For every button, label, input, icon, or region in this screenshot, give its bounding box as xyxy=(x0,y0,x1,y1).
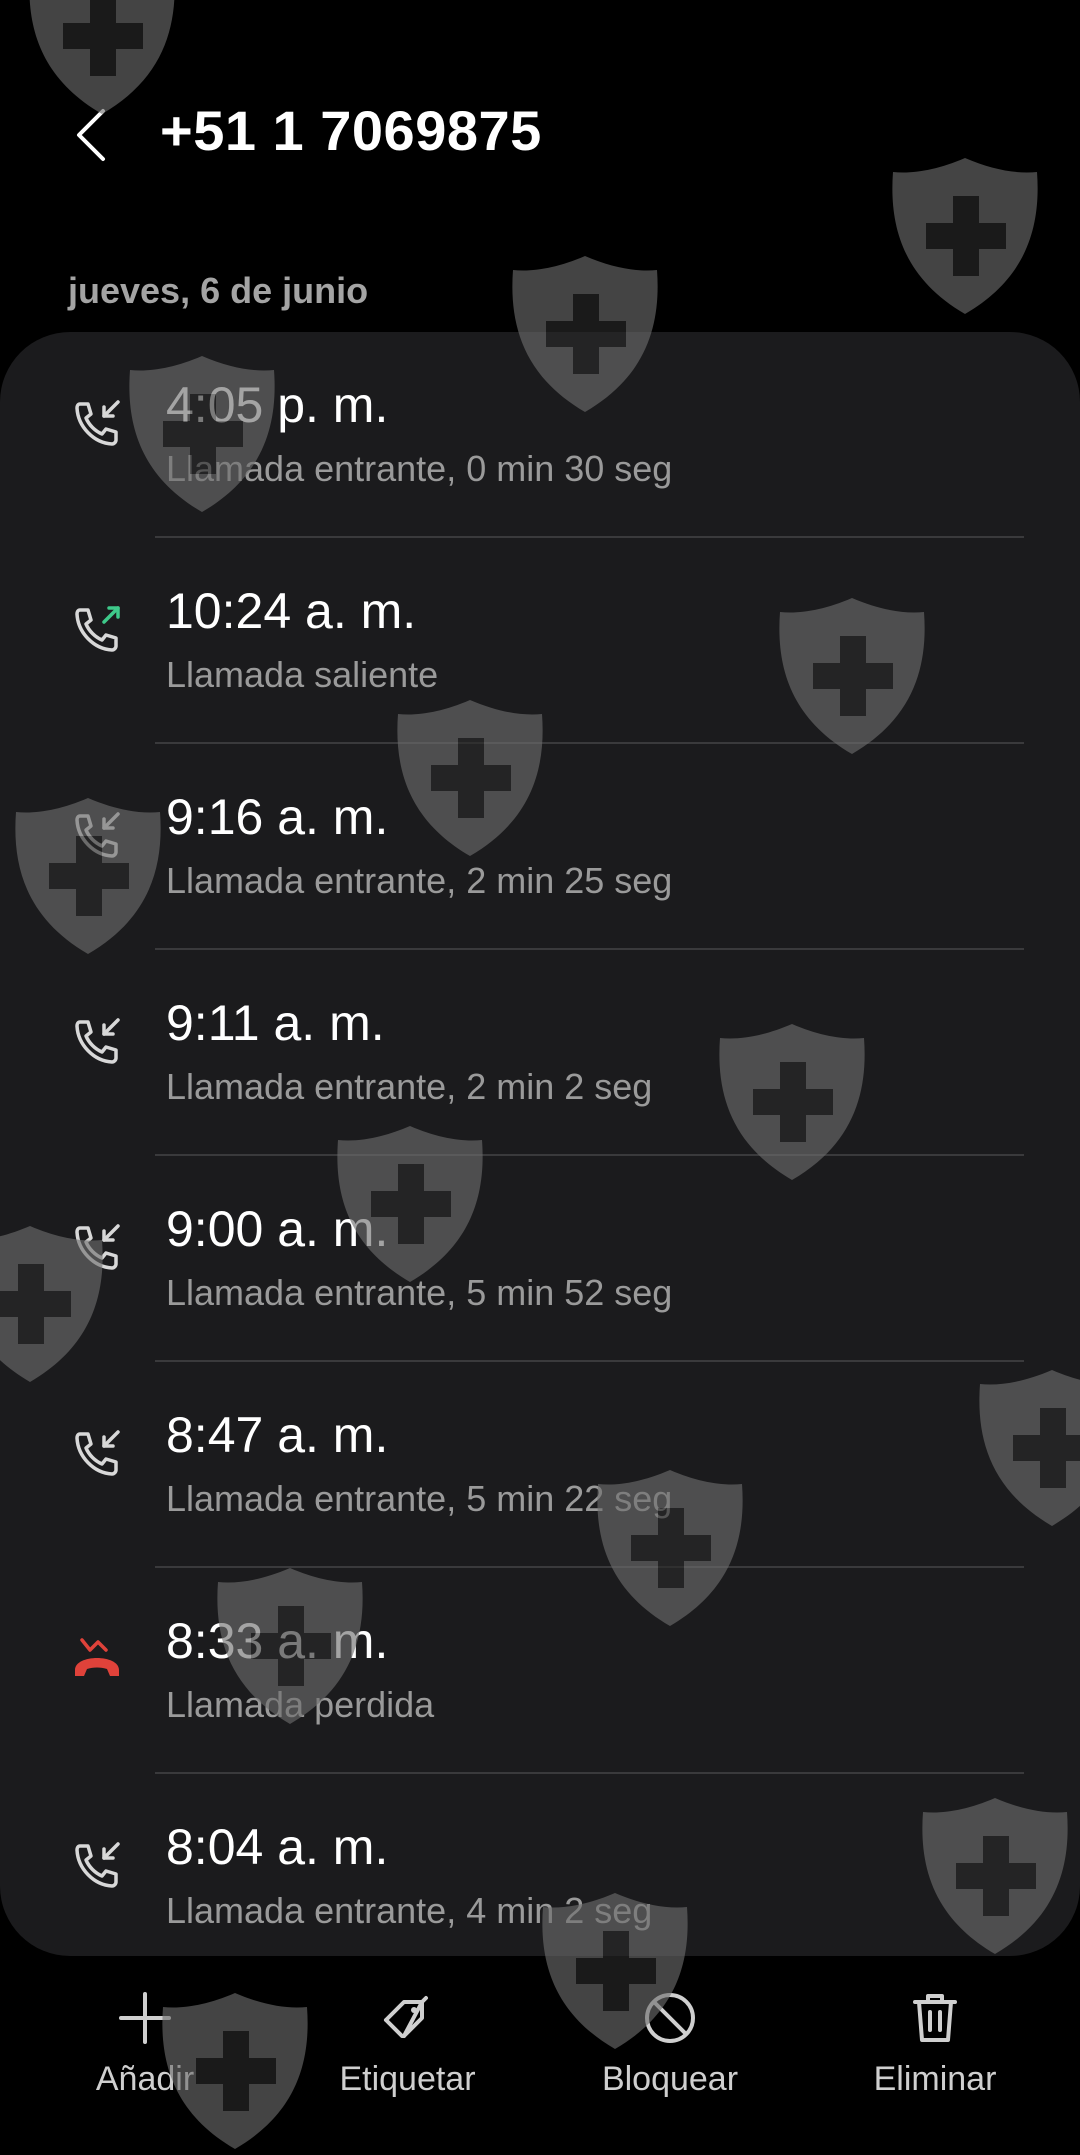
call-time: 9:16 a. m. xyxy=(166,789,389,845)
call-time: 9:11 a. m. xyxy=(166,995,385,1051)
page-title: +51 1 7069875 xyxy=(160,99,542,162)
list-item[interactable]: 9:11 a. m. Llamada entrante, 2 min 2 seg xyxy=(0,950,1080,1156)
block-icon xyxy=(645,1993,695,2043)
call-description: Llamada entrante, 2 min 2 seg xyxy=(166,1066,653,1107)
header: +51 1 7069875 xyxy=(0,0,1080,250)
call-description: Llamada entrante, 2 min 25 seg xyxy=(166,860,673,901)
section-date: jueves, 6 de junio xyxy=(68,270,369,311)
trash-icon xyxy=(913,1994,957,2042)
call-time: 10:24 a. m. xyxy=(166,583,417,639)
call-time: 4:05 p. m. xyxy=(166,377,389,433)
delete-label: Eliminar xyxy=(873,2060,997,2098)
block-label: Bloquear xyxy=(601,2060,739,2098)
add-label: Añadir xyxy=(95,2060,195,2098)
incoming-call-icon xyxy=(75,1018,120,1064)
list-item[interactable]: 8:33 a. m. Llamada perdida xyxy=(0,1568,1080,1774)
block-button[interactable]: Bloquear xyxy=(590,1960,750,2125)
tag-label: Etiquetar xyxy=(339,2060,476,2098)
list-item[interactable]: 9:16 a. m. Llamada entrante, 2 min 25 se… xyxy=(0,744,1080,950)
incoming-call-icon xyxy=(75,400,120,446)
call-description: Llamada perdida xyxy=(166,1684,435,1725)
add-button[interactable]: Añadir xyxy=(80,1960,210,2125)
incoming-call-icon xyxy=(75,1842,120,1888)
back-button[interactable] xyxy=(60,100,120,170)
list-item[interactable]: 8:04 a. m. Llamada entrante, 4 min 2 seg xyxy=(0,1774,1080,1956)
call-description: Llamada entrante, 5 min 22 seg xyxy=(166,1478,673,1519)
call-description: Llamada entrante, 5 min 52 seg xyxy=(166,1272,673,1313)
call-time: 8:04 a. m. xyxy=(166,1819,389,1875)
tag-button[interactable]: Etiquetar xyxy=(320,1960,495,2125)
plus-icon xyxy=(119,1992,171,2044)
tag-icon xyxy=(383,1996,428,2038)
list-item[interactable]: 4:05 p. m. Llamada entrante, 0 min 30 se… xyxy=(0,332,1080,538)
bottom-action-bar: Añadir Etiquetar Bloquear Eliminar xyxy=(0,1960,1080,2125)
outgoing-call-icon xyxy=(75,606,120,652)
incoming-call-icon xyxy=(75,812,120,858)
list-item[interactable]: 8:47 a. m. Llamada entrante, 5 min 22 se… xyxy=(0,1362,1080,1568)
missed-call-icon xyxy=(75,1638,119,1676)
list-item[interactable]: 9:00 a. m. Llamada entrante, 5 min 52 se… xyxy=(0,1156,1080,1362)
call-history-list: 4:05 p. m. Llamada entrante, 0 min 30 se… xyxy=(0,332,1080,1956)
call-time: 8:33 a. m. xyxy=(166,1613,389,1669)
delete-button[interactable]: Eliminar xyxy=(860,1960,1010,2125)
call-time: 9:00 a. m. xyxy=(166,1201,389,1257)
list-item[interactable]: 10:24 a. m. Llamada saliente xyxy=(0,538,1080,744)
chevron-left-icon xyxy=(77,109,105,161)
incoming-call-icon xyxy=(75,1224,120,1270)
call-description: Llamada entrante, 0 min 30 seg xyxy=(166,448,673,489)
call-description: Llamada entrante, 4 min 2 seg xyxy=(166,1890,653,1931)
incoming-call-icon xyxy=(75,1430,120,1476)
call-description: Llamada saliente xyxy=(166,654,439,695)
call-time: 8:47 a. m. xyxy=(166,1407,389,1463)
